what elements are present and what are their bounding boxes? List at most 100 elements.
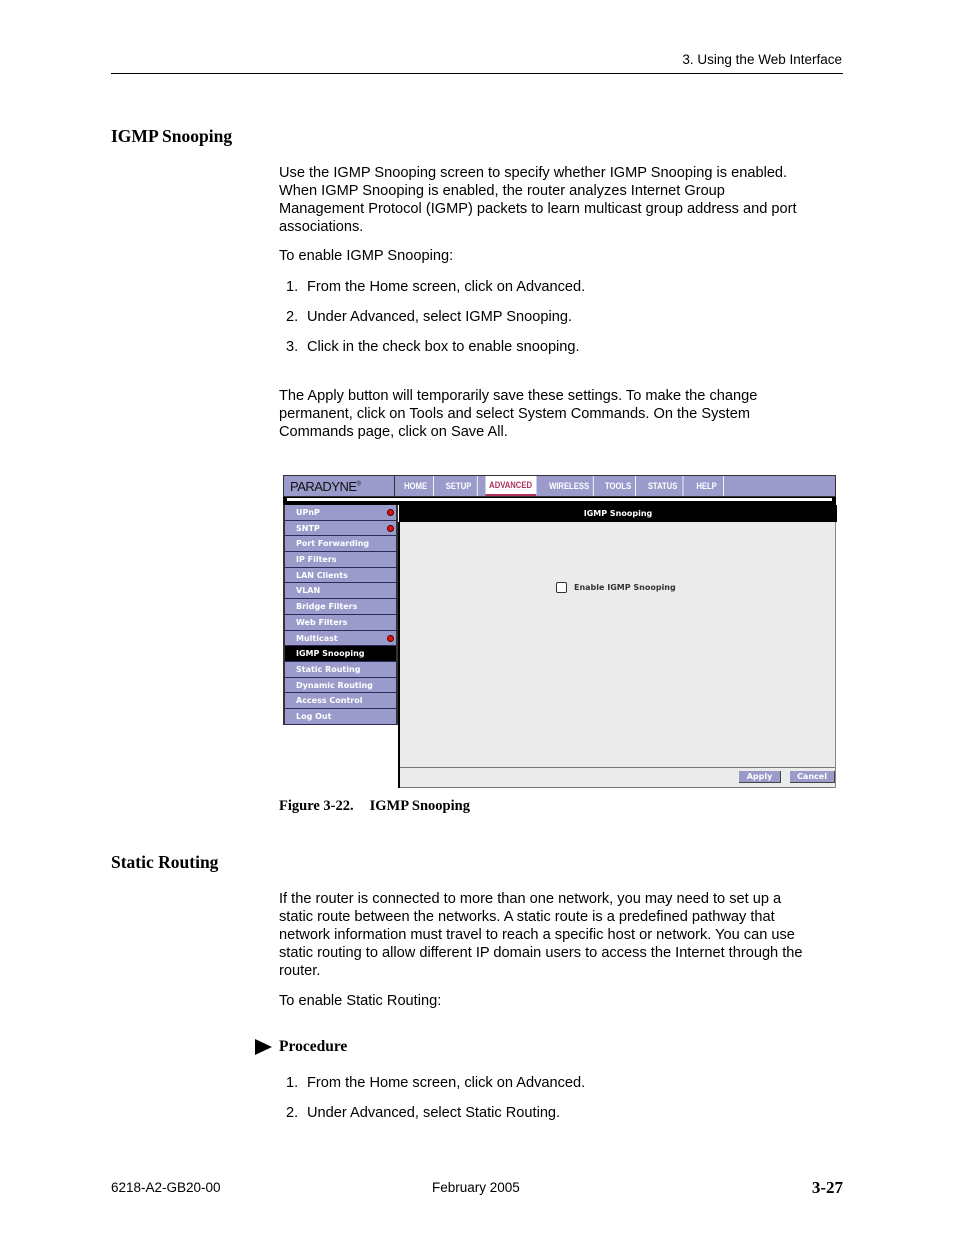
sidebar-item-label: IGMP Snooping [296,649,365,659]
igmp-step: 1. From the Home screen, click on Advance… [286,278,585,296]
figure-caption: Figure 3-22. IGMP Snooping [279,798,470,815]
igmp-to-enable: To enable IGMP Snooping: [279,248,454,264]
sidebar-item-access-control[interactable]: Access Control [283,693,398,709]
step-number: 3. [286,339,299,355]
step-text: From the Home screen, click on Advanced. [307,279,586,295]
sidebar-item-label: Access Control [296,696,363,706]
step-text: Under Advanced, select IGMP Snooping. [307,309,573,325]
sidebar-item-label: Dynamic Routing [296,680,373,690]
tab-status[interactable]: STATUS [643,476,684,496]
sidebar-item-static-routing[interactable]: Static Routing [283,661,398,678]
running-header: 3. Using the Web Interface [682,52,842,67]
sidebar-item-label: VLAN [296,586,321,596]
igmp-step: 3. Click in the check box to enable snoop… [286,338,580,356]
apply-button[interactable]: Apply [739,771,781,783]
text-line: static route between the networks. A sta… [279,909,775,925]
step-number: 1. [286,1075,299,1091]
text-line: permanent, click on Tools and select Sys… [279,406,750,422]
sidebar-item-label: Web Filters [296,617,348,627]
registered-mark: ® [356,481,361,488]
footer-doc-number: 6218-A2-GB20-00 [111,1180,221,1195]
sidebar-item-multicast[interactable]: Multicast [283,630,398,647]
advanced-sidebar: UPnP SNTP Port Forwarding IP Filters LAN… [283,505,398,725]
sidebar-item-log-out[interactable]: Log Out [283,708,398,725]
caption-title: IGMP Snooping [369,798,470,814]
sidebar-item-label: IP Filters [296,555,337,565]
sidebar-item-label: Log Out [296,711,332,721]
step-text: Click in the check box to enable snoopin… [307,339,580,355]
static-to-enable: To enable Static Routing: [279,993,442,1009]
sidebar-item-lan-clients[interactable]: LAN Clients [283,567,398,584]
enable-igmp-checkbox[interactable] [556,582,567,593]
top-nav-tabs: HOME SETUP ADVANCED WIRELESS TOOLS STATU… [395,475,836,497]
tab-wireless[interactable]: WIRELESS [545,476,594,496]
enable-igmp-row: Enable IGMP Snooping [556,582,676,593]
content-panel: Enable IGMP Snooping Apply Cancel [398,522,836,788]
text-line: Commands page, click on Save All. [279,424,508,440]
content-bottom-border [400,787,835,788]
cancel-button[interactable]: Cancel [790,771,835,783]
logo-text: PARADYNE [290,479,357,494]
nav-separator-line [287,498,832,501]
static-intro-paragraph: If the router is connected to more than … [279,890,844,980]
alert-dot-icon [387,524,394,532]
sidebar-item-label: Static Routing [296,664,361,674]
text-line: associations. [279,219,364,235]
text-line: Management Protocol (IGMP) packets to le… [279,201,797,217]
sidebar-item-label: UPnP [296,508,320,517]
sidebar-item-igmp-snooping[interactable]: IGMP Snooping [283,646,398,662]
sidebar-item-ip-filters[interactable]: IP Filters [283,552,398,568]
text-line: The Apply button will temporarily save t… [279,388,758,404]
tab-home[interactable]: HOME [398,476,434,496]
sidebar-item-label: Bridge Filters [296,602,358,612]
procedure-heading: Procedure [255,1038,347,1056]
step-text: From the Home screen, click on Advanced. [307,1075,586,1091]
sidebar-item-sntp[interactable]: SNTP [283,520,398,537]
tab-advanced[interactable]: ADVANCED [485,476,537,496]
enable-igmp-label: Enable IGMP Snooping [574,583,676,592]
button-bar-divider [400,767,835,768]
sidebar-item-port-forwarding[interactable]: Port Forwarding [283,536,398,553]
static-step: 1. From the Home screen, click on Advance… [286,1074,585,1092]
static-step: 2. Under Advanced, select Static Routing. [286,1104,560,1122]
footer-page-number: 3-27 [811,1178,843,1197]
sidebar-item-label: Port Forwarding [296,539,370,549]
step-number: 2. [286,309,299,325]
alert-dot-icon [387,634,394,642]
sidebar-item-label: Multicast [296,633,338,643]
text-line: static routing to allow different IP dom… [279,945,803,961]
step-number: 1. [286,279,299,295]
sidebar-item-label: LAN Clients [296,570,348,580]
igmp-snooping-screenshot: PARADYNE® HOME SETUP ADVANCED WIRELESS T… [283,475,837,788]
igmp-step: 2. Under Advanced, select IGMP Snooping. [286,308,572,326]
sidebar-item-dynamic-routing[interactable]: Dynamic Routing [283,677,398,694]
tab-setup[interactable]: SETUP [440,476,478,496]
sidebar-item-web-filters[interactable]: Web Filters [283,614,398,631]
sidebar-item-bridge-filters[interactable]: Bridge Filters [283,599,398,615]
sidebar-item-vlan[interactable]: VLAN [283,583,398,600]
sidebar-item-label: SNTP [296,523,320,533]
logo-area: PARADYNE® [283,475,395,497]
section-heading-static-routing: Static Routing [111,852,219,872]
sidebar-item-upnp[interactable]: UPnP [283,505,398,521]
footer-date: February 2005 [432,1180,520,1195]
paradyne-logo: PARADYNE® [290,479,361,494]
alert-dot-icon [387,509,394,516]
igmp-intro-paragraph: Use the IGMP Snooping screen to specify … [279,164,844,236]
step-text: Under Advanced, select Static Routing. [307,1105,561,1121]
tab-tools[interactable]: TOOLS [601,476,636,496]
text-line: network information must travel to reach… [279,927,795,943]
page-title-bar: IGMP Snooping [399,505,837,522]
step-number: 2. [286,1105,299,1121]
section-heading-igmp: IGMP Snooping [111,126,233,146]
procedure-arrow-icon [255,1039,272,1055]
header-rule [111,73,843,74]
procedure-label: Procedure [279,1038,348,1055]
apply-note-paragraph: The Apply button will temporarily save t… [279,387,844,441]
text-line: When IGMP Snooping is enabled, the route… [279,183,725,199]
caption-number: Figure 3-22. [279,798,354,814]
tab-help[interactable]: HELP [690,476,724,496]
text-line: router. [279,963,321,979]
text-line: If the router is connected to more than … [279,891,782,907]
text-line: Use the IGMP Snooping screen to specify … [279,165,788,181]
